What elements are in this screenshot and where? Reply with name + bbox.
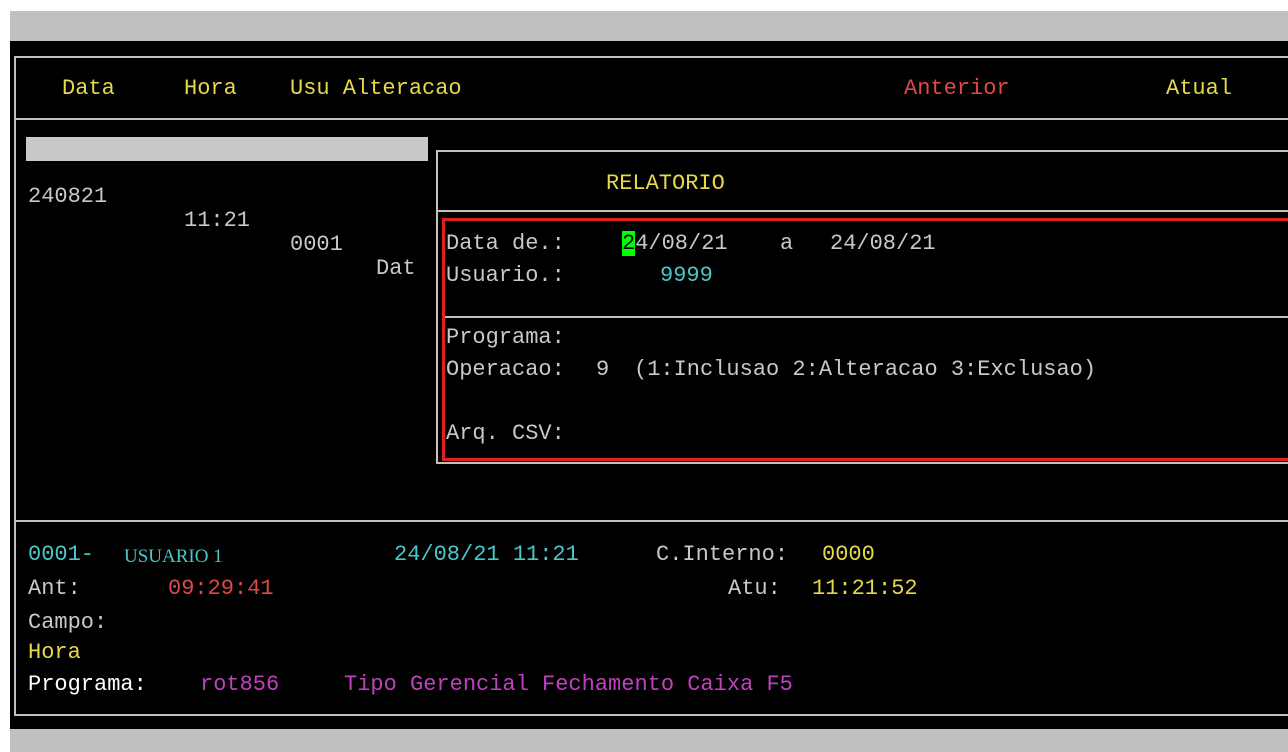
- dialog-title: RELATORIO: [606, 171, 725, 196]
- footer-atu-label: Atu:: [728, 576, 781, 601]
- header-data: Data: [62, 76, 115, 101]
- terminal-bottom-bar: [10, 729, 1288, 752]
- dialog-csv-separator: [445, 316, 1288, 318]
- terminal-top-bar: [10, 11, 1288, 41]
- footer-datetime: 24/08/21 11:21: [394, 542, 579, 567]
- frame-left: [14, 56, 16, 716]
- footer-cinterno-label: C.Interno:: [656, 542, 789, 567]
- csv-field[interactable]: [606, 422, 1206, 446]
- terminal-screen: Data Hora Usu Alteracao Anterior Atual 2…: [10, 41, 1288, 729]
- operacao-label: Operacao:: [446, 357, 565, 382]
- header-atual: Atual: [1166, 76, 1233, 101]
- header-hora: Hora: [184, 76, 237, 101]
- row-alteracao: Hor: [376, 232, 416, 257]
- frame-footer-sep: [14, 520, 1288, 522]
- footer-user-name: USUARIO 1: [124, 546, 223, 567]
- frame-header-sep: [14, 118, 1288, 120]
- usuario-label: Usuario.:: [446, 263, 565, 288]
- footer-campo-value: Hora: [28, 640, 81, 665]
- data-label: Data de.:: [446, 231, 565, 256]
- text-cursor: 2: [622, 231, 636, 256]
- footer-user-code: 0001-: [28, 542, 95, 567]
- frame-top: [14, 56, 1288, 58]
- data-from-field[interactable]: 24/08/21: [622, 231, 728, 256]
- row-alteracao: Dat: [376, 256, 416, 281]
- dialog-title-separator: [438, 210, 1288, 212]
- data-to-field[interactable]: 24/08/21: [830, 232, 936, 256]
- operacao-options: (1:Inclusao 2:Alteracao 3:Exclusao): [634, 357, 1097, 382]
- usuario-field[interactable]: 9999: [660, 264, 713, 288]
- operacao-field[interactable]: 9: [596, 358, 609, 382]
- row-usu: 0001: [290, 232, 343, 257]
- row-hora: 11:21: [184, 208, 251, 233]
- programa-label: Programa:: [446, 325, 565, 350]
- table-row[interactable]: 240821 11:21 0001 Dat: [26, 161, 428, 281]
- footer-programa-value: rot856: [200, 672, 280, 697]
- header-anterior: Anterior: [904, 76, 1010, 101]
- footer-ant-value: 09:29:41: [168, 576, 274, 601]
- header-usu-alteracao: Usu Alteracao: [290, 76, 462, 101]
- csv-label: Arq. CSV:: [446, 421, 565, 446]
- row-usu: 0001: [290, 208, 343, 233]
- data-range-separator: a: [780, 231, 794, 256]
- footer-programa-desc: Tipo Gerencial Fechamento Caixa F5: [344, 672, 793, 697]
- row-data: 240821: [28, 184, 108, 209]
- relatorio-dialog: RELATORIO Data de.: 24/08/21 a 24/08/21 …: [436, 150, 1288, 464]
- footer-cinterno-value: 0000: [822, 542, 875, 567]
- footer-programa-label: Programa:: [28, 672, 147, 697]
- row-hora: 11:21: [184, 184, 251, 209]
- frame-bottom: [14, 714, 1288, 716]
- footer-atu-value: 11:21:52: [812, 576, 918, 601]
- footer-campo-label: Campo:: [28, 610, 108, 635]
- table-row[interactable]: 240821 11:21 0001 Hor: [26, 137, 428, 257]
- footer-ant-label: Ant:: [28, 576, 81, 601]
